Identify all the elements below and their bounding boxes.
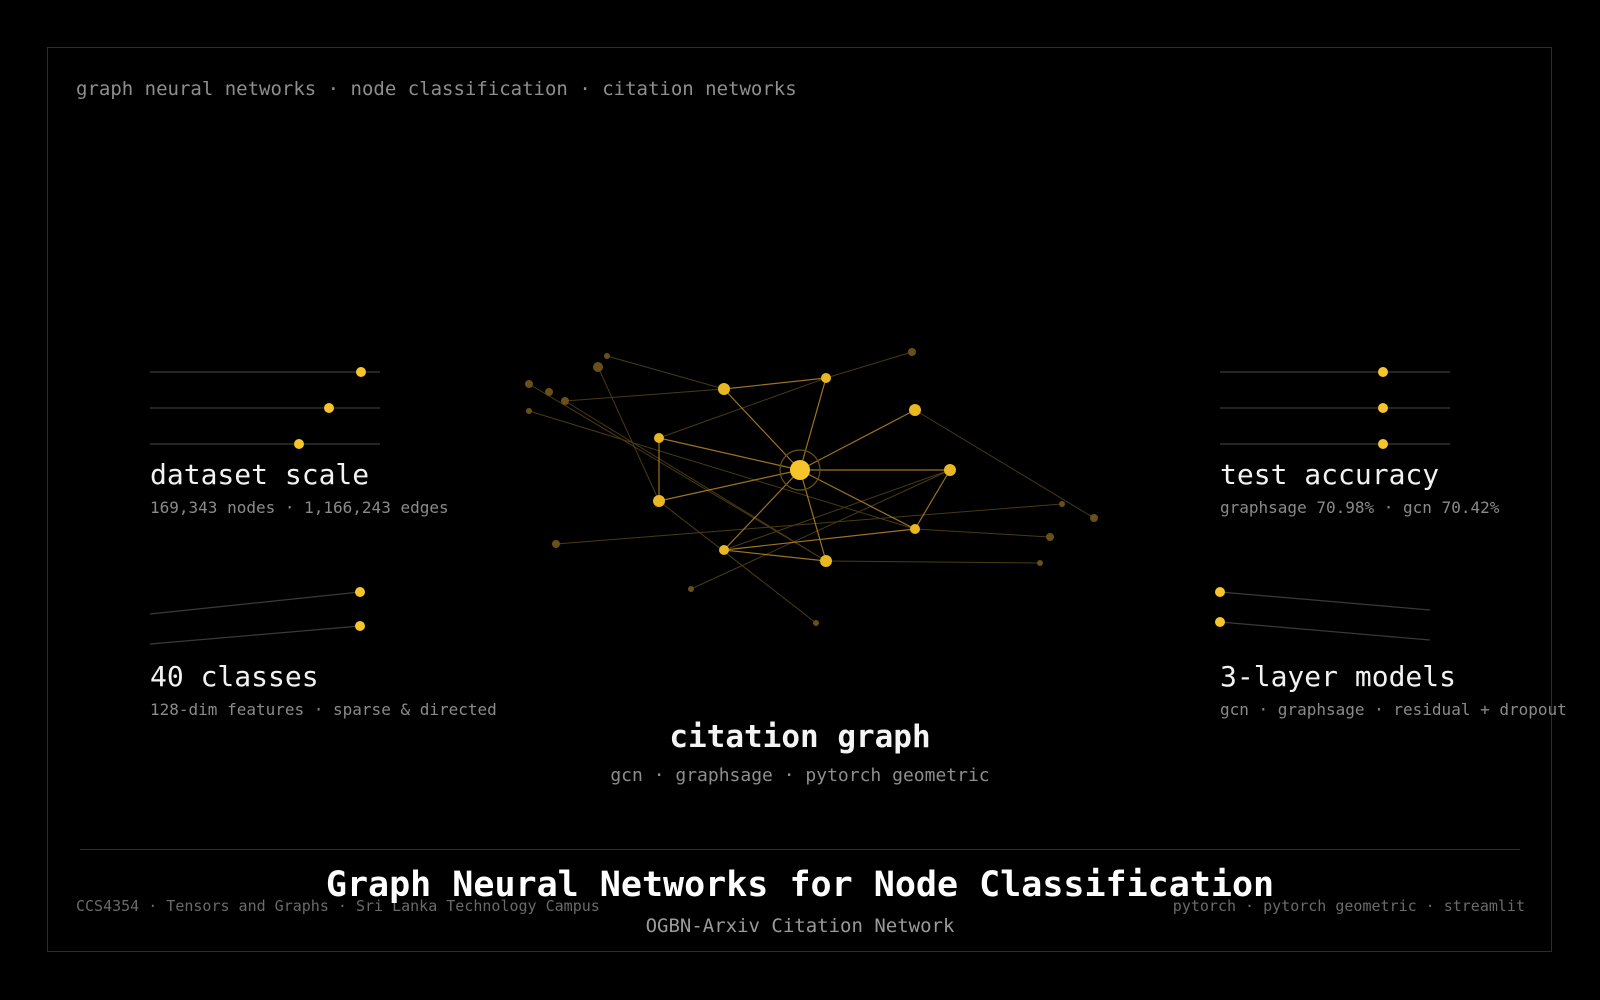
citation-graph-subtitle: gcn · graphsage · pytorch geometric [610,765,990,786]
models-icon [1215,587,1431,641]
citation-graph-title: citation graph [669,719,931,755]
divider [80,849,1520,850]
page-title: Graph Neural Networks for Node Classific… [325,865,1275,905]
page-subtitle: OGBN-Arxiv Citation Network [645,915,955,937]
models-title: 3-layer models [1220,660,1457,693]
dataset-scale-subtitle: 169,343 nodes · 1,166,243 edges [150,498,449,517]
models-subtitle: gcn · graphsage · residual + dropout [1220,700,1567,719]
test-accuracy-title: test accuracy [1220,458,1440,491]
classes-subtitle: 128-dim features · sparse & directed [150,700,497,719]
citation-graph-network [525,348,1098,626]
accuracy-icon [1220,367,1450,449]
test-accuracy-subtitle: graphsage 70.98% · gcn 70.42% [1220,498,1500,517]
classes-icon [149,587,365,645]
dataset-scale-icon [150,367,380,449]
classes-title: 40 classes [150,660,319,693]
dataset-scale-title: dataset scale [150,458,370,491]
